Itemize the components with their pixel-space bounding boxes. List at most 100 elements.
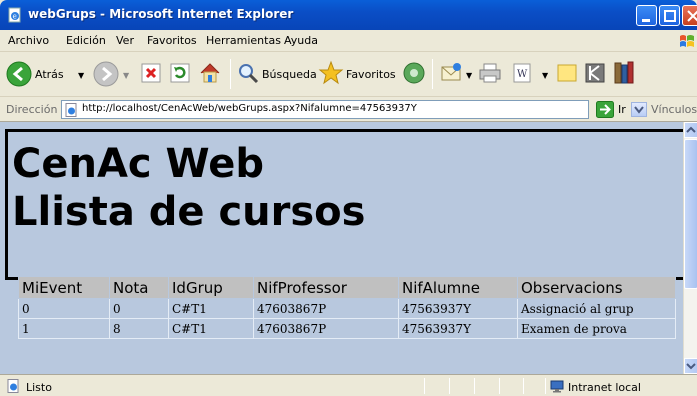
security-zone-label: Intranet local (568, 381, 641, 394)
windows-logo-icon (680, 35, 694, 47)
discuss-button[interactable] (556, 63, 578, 86)
messenger-button[interactable] (584, 62, 606, 87)
window-title: webGrups - Microsoft Internet Explorer (28, 7, 294, 21)
maximize-button[interactable] (659, 5, 680, 26)
page-done-icon (7, 379, 19, 393)
menu-bar: Archivo Edición Ver Favoritos Herramient… (0, 30, 697, 52)
menu-edicion[interactable]: Edición (66, 34, 106, 47)
page-subtitle: Llista de cursos (12, 189, 366, 235)
back-arrow-icon (6, 61, 32, 87)
edit-button[interactable]: W (512, 63, 534, 86)
back-button[interactable]: Atrás (6, 60, 76, 88)
page-content: CenAc Web Llista de cursos MiEvent Nota … (0, 122, 683, 374)
table-row: 1 8 C#T1 47603867P 47563937Y Examen de p… (18, 318, 676, 339)
research-button[interactable] (612, 60, 636, 89)
address-label: Dirección (6, 103, 58, 116)
table-row: 0 0 C#T1 47603867P 47563937Y Assignació … (18, 298, 676, 319)
table-cell: 0 (109, 298, 169, 319)
courses-table: MiEvent Nota IdGrup NifProfessor NifAlum… (18, 276, 676, 339)
address-input[interactable]: http://localhost/CenAcWeb/webGrups.aspx?… (61, 100, 647, 119)
messenger-icon (585, 63, 605, 83)
menu-ver[interactable]: Ver (116, 34, 134, 47)
intranet-zone-icon (550, 380, 564, 393)
table-cell: 0 (18, 298, 110, 319)
column-header: Observacions (517, 276, 676, 299)
scroll-down-button[interactable] (684, 358, 697, 374)
close-icon (687, 10, 697, 22)
stop-button[interactable] (141, 63, 161, 86)
mail-button[interactable] (440, 62, 464, 87)
note-icon (557, 64, 577, 82)
table-cell: 47603867P (253, 318, 399, 339)
svg-text:e: e (13, 13, 17, 21)
home-icon (200, 63, 220, 83)
forward-button[interactable] (93, 61, 119, 90)
word-edit-icon: W (513, 63, 531, 83)
chevron-down-icon (634, 106, 644, 114)
table-cell: 47563937Y (398, 298, 518, 319)
search-icon (239, 64, 259, 84)
table-cell: 1 (18, 318, 110, 339)
mail-dropdown-icon[interactable]: ▼ (466, 71, 472, 80)
minimize-icon (642, 19, 650, 22)
menu-ayuda[interactable]: Ayuda (284, 34, 318, 47)
toolbar: Atrás ▼ ▼ Búsqueda Favoritos ▼ W ▼ (0, 53, 697, 97)
menu-archivo[interactable]: Archivo (8, 34, 49, 47)
refresh-button[interactable] (170, 63, 190, 86)
mail-icon (441, 63, 461, 81)
svg-text:W: W (517, 69, 528, 80)
column-header: NifProfessor (253, 276, 399, 299)
scroll-thumb[interactable] (684, 139, 697, 289)
table-cell: 47563937Y (398, 318, 518, 339)
address-dropdown-button[interactable] (631, 102, 647, 117)
search-label: Búsqueda (262, 68, 317, 81)
menu-herramientas[interactable]: Herramientas (206, 34, 281, 47)
media-icon (403, 62, 425, 84)
menu-favoritos[interactable]: Favoritos (147, 34, 197, 47)
column-header: Nota (109, 276, 169, 299)
favorites-label: Favoritos (346, 68, 396, 81)
media-button[interactable] (402, 61, 426, 88)
stop-icon (141, 63, 161, 83)
search-button[interactable]: Búsqueda (236, 61, 317, 87)
ie-page-icon: e (8, 7, 21, 23)
maximize-icon (664, 10, 676, 22)
status-text: Listo (26, 381, 52, 394)
back-label: Atrás (35, 68, 64, 81)
table-cell: 8 (109, 318, 169, 339)
close-button[interactable] (682, 5, 697, 26)
edit-dropdown-icon[interactable]: ▼ (542, 71, 548, 80)
back-dropdown-icon[interactable]: ▼ (78, 71, 84, 80)
home-button[interactable] (198, 61, 222, 88)
go-button[interactable] (596, 101, 614, 118)
printer-icon (479, 63, 501, 83)
table-cell: Examen de prova (517, 318, 676, 339)
go-label[interactable]: Ir (618, 103, 626, 116)
forward-dropdown-icon[interactable]: ▼ (123, 71, 129, 80)
table-cell: C#T1 (168, 298, 254, 319)
vertical-scrollbar[interactable] (683, 122, 697, 374)
column-header: IdGrup (168, 276, 254, 299)
title-bar[interactable]: e webGrups - Microsoft Internet Explorer (0, 0, 697, 30)
table-header-row: MiEvent Nota IdGrup NifProfessor NifAlum… (18, 276, 676, 299)
minimize-button[interactable] (636, 5, 657, 26)
favorites-button[interactable]: Favoritos (318, 60, 398, 88)
table-cell: 47603867P (253, 298, 399, 319)
research-icon (614, 61, 634, 84)
address-bar: Dirección http://localhost/CenAcWeb/webG… (0, 97, 697, 122)
go-arrow-icon (596, 101, 614, 118)
address-url[interactable]: http://localhost/CenAcWeb/webGrups.aspx?… (82, 103, 417, 114)
page-icon (65, 103, 77, 117)
favorites-star-icon (318, 60, 344, 85)
print-button[interactable] (478, 62, 502, 87)
chevron-up-icon (686, 126, 696, 133)
table-cell: C#T1 (168, 318, 254, 339)
table-cell: Assignació al grup (517, 298, 676, 319)
chevron-down-icon (686, 363, 696, 370)
forward-arrow-icon (93, 61, 119, 87)
scroll-up-button[interactable] (684, 122, 697, 138)
column-header: NifAlumne (398, 276, 518, 299)
links-label[interactable]: Vínculos (651, 103, 697, 116)
refresh-icon (170, 63, 190, 83)
status-bar: Listo Intranet local (0, 374, 697, 396)
